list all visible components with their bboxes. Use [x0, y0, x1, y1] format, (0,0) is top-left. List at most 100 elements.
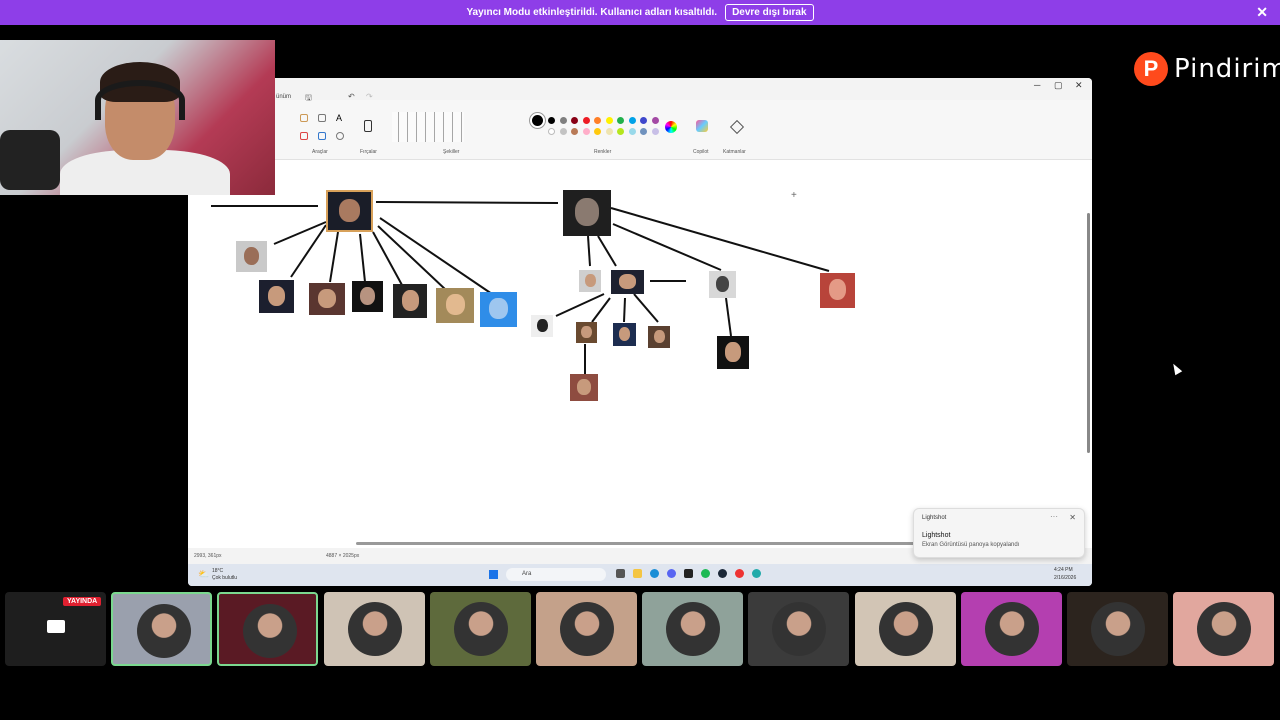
tree-node[interactable]: [393, 284, 427, 318]
color-swatch[interactable]: [640, 128, 647, 135]
minimize-icon[interactable]: ─: [1034, 80, 1040, 90]
close-icon[interactable]: ✕: [1256, 4, 1268, 21]
color-swatch[interactable]: [571, 128, 578, 135]
avatar: [560, 602, 614, 656]
terminal-icon[interactable]: [684, 569, 693, 578]
tree-node[interactable]: [820, 273, 855, 308]
tree-node[interactable]: [309, 283, 345, 315]
avatar: [243, 604, 298, 658]
brush-icon[interactable]: [364, 120, 372, 132]
start-icon[interactable]: [489, 570, 498, 579]
color-swatch[interactable]: [628, 128, 636, 135]
tree-node[interactable]: [236, 241, 267, 272]
mouse-cursor-icon: [1169, 361, 1183, 376]
tree-node[interactable]: [709, 271, 736, 298]
window-close-icon[interactable]: ✕: [1075, 80, 1083, 91]
weather-desc: Çok bulutlu: [212, 575, 238, 581]
tree-node[interactable]: [570, 374, 598, 401]
lightshot-notification[interactable]: Lightshot ··· ✕ Lightshot Ekran Görüntüs…: [913, 508, 1085, 558]
ribbon-toolbar: ünüm 🖫 ↶ ↷ A Araçlar Fırçalar Şekiller R…: [188, 92, 1092, 160]
tree-node-root-left[interactable]: [326, 190, 373, 232]
taskbar-search[interactable]: Ara: [506, 568, 606, 581]
participant-tile[interactable]: [1067, 592, 1168, 666]
color-palette[interactable]: [528, 112, 659, 146]
color-swatch[interactable]: [605, 128, 613, 135]
color-swatch[interactable]: [594, 128, 601, 135]
pencil-icon[interactable]: [300, 114, 308, 122]
participant-tile[interactable]: [748, 592, 850, 666]
more-icon[interactable]: ···: [1050, 512, 1058, 521]
color-swatch[interactable]: [594, 117, 601, 124]
color-swatch[interactable]: [651, 128, 659, 135]
color-swatch[interactable]: [640, 117, 647, 124]
tree-node[interactable]: [579, 270, 601, 292]
app-icon[interactable]: [616, 569, 625, 578]
participant-tile[interactable]: [854, 592, 956, 666]
drawing-canvas[interactable]: +: [188, 160, 1088, 546]
color-swatch[interactable]: [582, 117, 590, 124]
participant-tile[interactable]: [323, 592, 425, 666]
steam-icon[interactable]: [718, 569, 727, 578]
tree-node[interactable]: [352, 281, 383, 312]
tree-node[interactable]: [531, 315, 553, 337]
participant-tile[interactable]: [111, 592, 213, 666]
eraser-icon[interactable]: [300, 132, 308, 140]
color-swatch[interactable]: [559, 117, 567, 124]
color-swatch[interactable]: [559, 128, 567, 135]
maximize-icon[interactable]: ▢: [1054, 80, 1063, 91]
tree-node[interactable]: [613, 323, 636, 346]
participant-tile[interactable]: [217, 592, 319, 666]
shapes-gallery[interactable]: [392, 112, 464, 142]
color-swatch[interactable]: [548, 117, 555, 124]
participant-tile[interactable]: [642, 592, 744, 666]
color-swatch[interactable]: [582, 128, 590, 135]
fill-icon[interactable]: [318, 114, 326, 122]
color-swatch[interactable]: [628, 117, 636, 124]
tree-node[interactable]: [611, 270, 644, 294]
screen-share-icon: [47, 620, 65, 633]
avatar: [878, 602, 933, 656]
color-swatch[interactable]: [617, 117, 624, 124]
color-swatch[interactable]: [617, 128, 624, 135]
horizontal-scrollbar[interactable]: [356, 542, 916, 545]
tree-node[interactable]: [648, 326, 670, 348]
logo-text: Pindirim: [1174, 54, 1280, 84]
taskbar-apps[interactable]: [616, 569, 796, 580]
color-swatch[interactable]: [548, 128, 555, 135]
tree-node[interactable]: [436, 288, 474, 323]
tree-node[interactable]: [717, 336, 749, 369]
undo-icon[interactable]: ↶: [348, 92, 355, 101]
screen-share-tile[interactable]: YAYINDA: [5, 592, 106, 666]
paint-app-icon[interactable]: [752, 569, 761, 578]
participant-tile[interactable]: [536, 592, 637, 666]
participant-tile[interactable]: [429, 592, 531, 666]
copilot-icon[interactable]: [696, 120, 708, 132]
redo-icon[interactable]: ↷: [366, 92, 373, 101]
color-swatch[interactable]: [571, 117, 578, 124]
tree-node[interactable]: [480, 292, 517, 327]
magnifier-icon[interactable]: [336, 132, 344, 140]
edge-icon[interactable]: [650, 569, 659, 578]
notification-close-icon[interactable]: ✕: [1069, 513, 1076, 522]
copilot-group-label: Copilot: [693, 149, 709, 155]
color-picker-icon[interactable]: [318, 132, 326, 140]
layers-icon[interactable]: [729, 119, 745, 135]
save-icon[interactable]: 🖫: [305, 92, 312, 106]
disable-streamer-mode-button[interactable]: Devre dışı bırak: [725, 4, 814, 21]
color-swatch[interactable]: [605, 117, 613, 124]
tree-node[interactable]: [259, 280, 294, 313]
tree-node-root-right[interactable]: [563, 190, 611, 236]
participant-tile[interactable]: [1173, 592, 1275, 666]
active-color-swatch[interactable]: [532, 115, 543, 126]
tab-label[interactable]: ünüm: [276, 94, 291, 100]
discord-icon[interactable]: [667, 569, 676, 578]
color-swatch[interactable]: [651, 117, 659, 124]
vertical-scrollbar[interactable]: [1087, 213, 1090, 453]
text-icon[interactable]: A: [336, 114, 344, 123]
folder-icon[interactable]: [633, 569, 642, 578]
obs-icon[interactable]: [735, 569, 744, 578]
participant-tile[interactable]: [960, 592, 1062, 666]
tree-node[interactable]: [576, 322, 597, 343]
edit-colors-icon[interactable]: [665, 121, 677, 133]
spotify-icon[interactable]: [701, 569, 710, 578]
